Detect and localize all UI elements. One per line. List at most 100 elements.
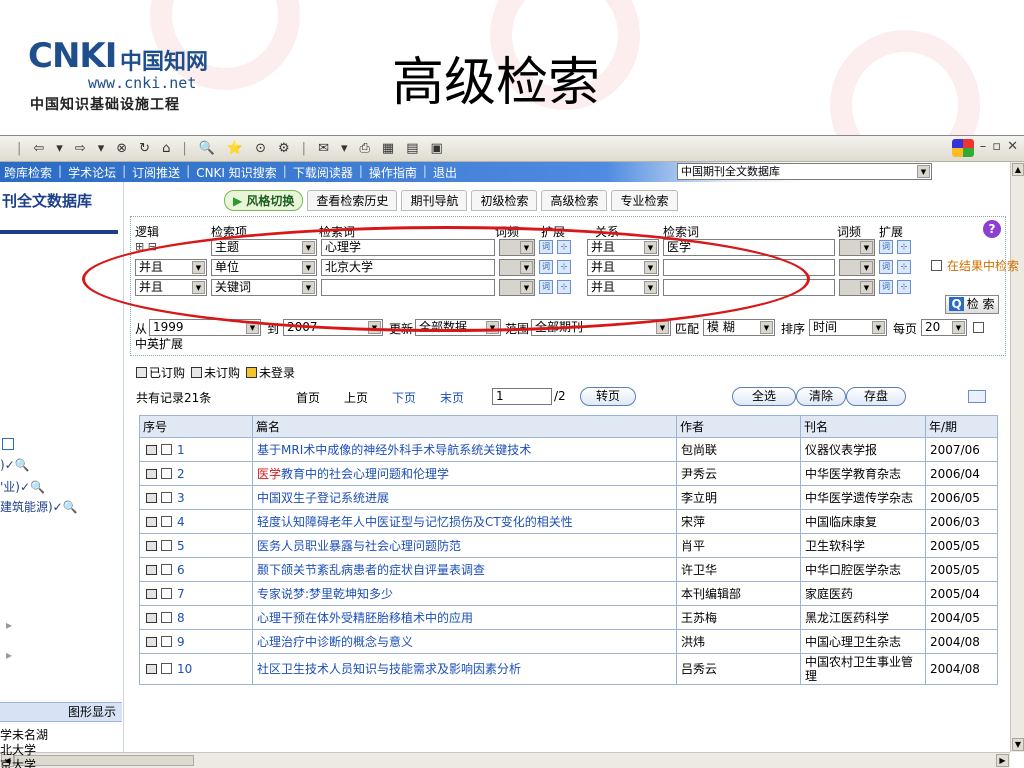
author-cell[interactable]: 洪炜	[676, 629, 801, 654]
save-document-icon[interactable]	[146, 636, 157, 647]
title-link[interactable]: 社区卫生技术人员知识与技能需求及影响因素分析	[252, 653, 677, 685]
journal-cell[interactable]: 卫生软科学	[800, 533, 926, 558]
term-input-2[interactable]	[663, 279, 835, 296]
term-input[interactable]: 心理学	[321, 239, 495, 256]
table-row[interactable]: 8 心理干预在体外受精胚胎移植术中的应用 王苏梅 黑龙江医药科学 2004/05	[139, 605, 998, 630]
journal-cell[interactable]: 中国农村卫生事业管理	[800, 653, 926, 685]
save-document-icon[interactable]	[146, 540, 157, 551]
term-input-2[interactable]: 医学	[663, 239, 835, 256]
row-checkbox[interactable]	[161, 515, 172, 527]
save-document-icon[interactable]	[146, 492, 157, 503]
close-button[interactable]: ✕	[1007, 139, 1018, 157]
prev-page-link[interactable]: 上页	[344, 389, 368, 406]
title-link[interactable]: 轻度认知障碍老年人中医证型与记忆损伤及CT变化的相关性	[252, 509, 677, 534]
help-icon[interactable]: ?	[983, 220, 1001, 238]
freq-select[interactable]: ▼	[499, 259, 535, 276]
next-page-link[interactable]: 下页	[392, 389, 416, 406]
journal-cell[interactable]: 中华医学教育杂志	[800, 461, 926, 486]
chevron-down-icon[interactable]: ▼	[656, 321, 669, 334]
discuss-icon[interactable]: ▤	[403, 141, 421, 156]
in-result-option[interactable]: 在结果中检索	[931, 259, 1019, 273]
nav-link[interactable]: 下载阅读器	[293, 164, 353, 181]
author-cell[interactable]: 肖平	[676, 533, 801, 558]
horizontal-scrollbar[interactable]: ◀ ▶	[0, 752, 1010, 768]
title-link[interactable]: 中国双生子登记系统进展	[252, 485, 677, 510]
author-cell[interactable]: 包尚联	[676, 437, 801, 462]
title-link[interactable]: 心理治疗中诊断的概念与意义	[252, 629, 677, 654]
stop-icon[interactable]: ⊗	[113, 141, 130, 156]
print-icon[interactable]: ⎙	[357, 141, 373, 156]
freq-select[interactable]: ▼	[499, 279, 535, 296]
list-view-icon[interactable]	[968, 390, 986, 403]
term-input[interactable]: 北京大学	[321, 259, 495, 276]
expand-word-icon[interactable]: 词	[879, 240, 893, 254]
row-checkbox[interactable]	[161, 563, 172, 575]
search-icon[interactable]: 🔍	[196, 141, 218, 156]
table-row[interactable]: 6 颞下颌关节紊乱病患者的症状自评量表调查 许卫华 中华口腔医学杂志 2005/05	[139, 557, 998, 582]
save-document-icon[interactable]	[146, 468, 157, 479]
row-checkbox[interactable]	[161, 611, 172, 623]
row-checkbox[interactable]	[161, 663, 172, 674]
freq-select-2[interactable]: ▼	[839, 279, 875, 296]
page-number-input[interactable]: 1	[492, 388, 552, 405]
update-select[interactable]: 全部数据 ▼	[415, 319, 501, 336]
nav-link[interactable]: 操作指南	[369, 164, 417, 181]
per-page-select[interactable]: 20 ▼	[921, 319, 967, 336]
save-document-icon[interactable]	[146, 588, 157, 599]
journal-cell[interactable]: 仪器仪表学报	[800, 437, 926, 462]
freq-select-2[interactable]: ▼	[839, 259, 875, 276]
title-link[interactable]: 基于MRI术中成像的神经外科手术导航系统关键技术	[252, 437, 677, 462]
last-page-link[interactable]: 末页	[440, 389, 464, 406]
cn-en-expand-checkbox[interactable]	[973, 322, 984, 333]
row-checkbox[interactable]	[161, 587, 172, 599]
chevron-down-icon[interactable]: ▼	[917, 165, 930, 178]
row-checkbox[interactable]	[161, 467, 172, 479]
expand-related-icon[interactable]: ⊹	[557, 260, 571, 274]
title-link[interactable]: 心理干预在体外受精胚胎移植术中的应用	[252, 605, 677, 630]
match-select[interactable]: 模 糊 ▼	[703, 319, 775, 336]
expand-word-icon[interactable]: 词	[539, 240, 553, 254]
expand-word-icon[interactable]: 词	[879, 280, 893, 294]
term-input[interactable]	[321, 279, 495, 296]
history-icon[interactable]: ⚙	[275, 141, 293, 156]
table-row[interactable]: 1 基于MRI术中成像的神经外科手术导航系统关键技术 包尚联 仪器仪表学报 2007/0…	[139, 437, 998, 462]
forward-arrow-icon[interactable]: ⇨	[72, 141, 89, 156]
minimize-button[interactable]: –	[980, 139, 987, 157]
left-bottom-item-3[interactable]: 京大学	[0, 758, 48, 768]
sort-select[interactable]: 时间 ▼	[809, 319, 887, 336]
media-icon[interactable]: ⊙	[252, 141, 269, 156]
save-document-icon[interactable]	[146, 612, 157, 623]
table-row[interactable]: 10 社区卫生技术人员知识与技能需求及影响因素分析 吕秀云 中国农村卫生事业管理 200…	[139, 653, 998, 685]
dropdown-icon[interactable]: ▾	[338, 141, 351, 156]
chevron-down-icon[interactable]: ▼	[302, 261, 315, 274]
scroll-right-arrow-icon[interactable]: ▶	[996, 754, 1009, 767]
save-button[interactable]: 存盘	[846, 387, 906, 406]
tab-style-switch[interactable]: ▶ 风格切换	[224, 190, 304, 211]
table-row[interactable]: 9 心理治疗中诊断的概念与意义 洪炜 中国心理卫生杂志 2004/08	[139, 629, 998, 654]
journal-cell[interactable]: 黑龙江医药科学	[800, 605, 926, 630]
field-select[interactable]: 单位 ▼	[211, 259, 317, 276]
row-checkbox[interactable]	[161, 443, 172, 455]
mail-icon[interactable]: ✉	[315, 141, 332, 156]
logic-select[interactable]: 并且 ▼	[135, 279, 207, 296]
nav-link[interactable]: 退出	[433, 164, 457, 181]
back-arrow-icon[interactable]: ⇦	[30, 141, 47, 156]
table-row[interactable]: 4 轻度认知障碍老年人中医证型与记忆损伤及CT变化的相关性 宋萍 中国临床康复 2006…	[139, 509, 998, 534]
journal-cell[interactable]: 中华口腔医学杂志	[800, 557, 926, 582]
chevron-down-icon[interactable]: ▼	[644, 241, 657, 254]
title-link[interactable]: 颞下颌关节紊乱病患者的症状自评量表调查	[252, 557, 677, 582]
save-document-icon[interactable]	[146, 564, 157, 575]
expand-related-icon[interactable]: ⊹	[557, 240, 571, 254]
expand-related-icon[interactable]: ⊹	[897, 280, 911, 294]
author-cell[interactable]: 尹秀云	[676, 461, 801, 486]
table-row[interactable]: 7 专家说梦:梦里乾坤知多少 本刊编辑部 家庭医药 2005/04	[139, 581, 998, 606]
graph-display-button[interactable]: 图形显示	[0, 702, 122, 722]
chevron-down-icon[interactable]: ▼	[192, 261, 205, 274]
year-from-select[interactable]: 1999 ▼	[149, 319, 261, 336]
scroll-up-arrow-icon[interactable]: ▲	[1012, 163, 1024, 176]
relation-select[interactable]: 并且 ▼	[587, 279, 659, 296]
range-select[interactable]: 全部期刊 ▼	[531, 319, 671, 336]
edit-icon[interactable]: ▦	[379, 141, 397, 156]
term-input-2[interactable]	[663, 259, 835, 276]
relation-select[interactable]: 并且 ▼	[587, 239, 659, 256]
